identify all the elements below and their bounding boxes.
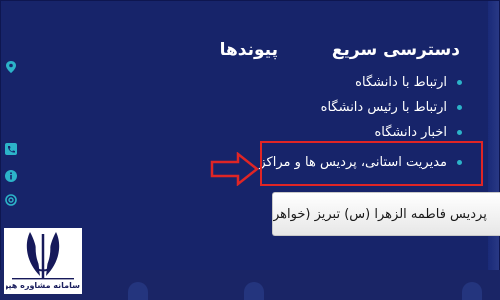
links-heading: پیوندها — [219, 40, 278, 60]
quick-access-heading: دسترسی سریع — [331, 40, 460, 60]
bullet-icon — [457, 130, 462, 135]
logo-caption: سامانه مشاوره هپوا — [6, 281, 80, 290]
arrow-right-icon — [210, 152, 260, 186]
menu-item-label[interactable]: ارتباط با رئیس دانشگاه — [321, 100, 447, 115]
location-icon[interactable] — [5, 61, 17, 73]
social-icon[interactable] — [462, 282, 482, 300]
menu-item-label[interactable]: اخبار دانشگاه — [374, 125, 447, 140]
highlight-box — [260, 141, 483, 186]
social-icon[interactable] — [244, 282, 264, 300]
bullet-icon — [457, 105, 462, 110]
menu-item-contact-president[interactable]: ارتباط با رئیس دانشگاه — [222, 95, 462, 120]
menu-item-label[interactable]: ارتباط با دانشگاه — [355, 75, 447, 90]
menu-item-contact-university[interactable]: ارتباط با دانشگاه — [222, 70, 462, 95]
campus-select-button[interactable]: پردیس فاطمه الزهرا (س) تبریز (خواهر — [272, 192, 500, 236]
watermark-logo: سامانه مشاوره هپوا — [4, 228, 82, 294]
campus-select-label: پردیس فاطمه الزهرا (س) تبریز (خواهر — [273, 206, 487, 222]
feather-logo-icon — [12, 232, 74, 280]
social-icon[interactable] — [128, 282, 148, 300]
info-icon[interactable] — [5, 170, 17, 182]
email-icon[interactable] — [5, 194, 17, 206]
phone-icon[interactable] — [5, 143, 17, 155]
bullet-icon — [457, 80, 462, 85]
